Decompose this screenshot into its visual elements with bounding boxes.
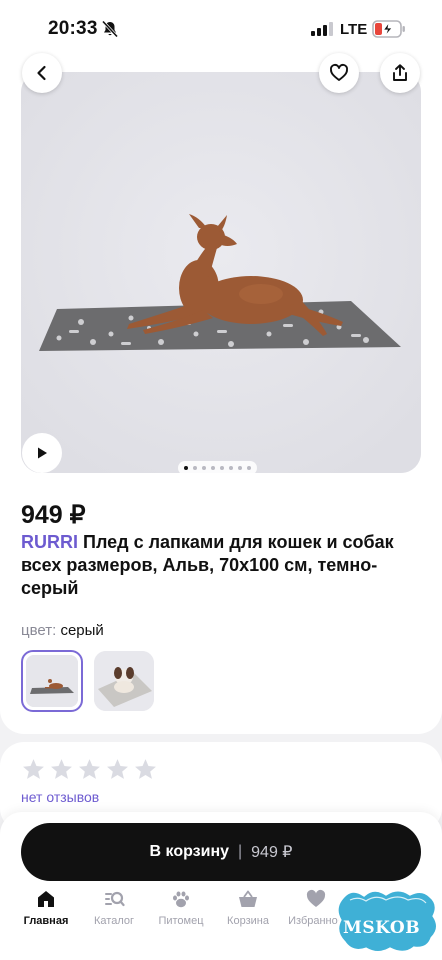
network-type: LTE <box>340 21 368 38</box>
star-icon <box>135 759 156 779</box>
rating-stars <box>21 757 158 782</box>
status-time: 20:33 <box>48 18 98 39</box>
cart-button-separator: | <box>238 843 243 860</box>
color-label: цвет: серый <box>21 622 104 639</box>
pagination-dot[interactable] <box>184 466 188 470</box>
reviews-summary[interactable]: нет отзывов <box>21 789 99 805</box>
add-to-cart-button[interactable]: В корзину | 949 ₽ <box>21 823 421 881</box>
tab-home[interactable]: Главная <box>10 888 82 927</box>
product-title: RURRI Плед с лапками для кошек и собак в… <box>21 531 416 600</box>
tab-catalog[interactable]: Каталог <box>78 888 150 927</box>
cart-button-label: В корзину <box>149 843 229 860</box>
color-variant-alt[interactable] <box>94 651 154 711</box>
watermark-text: MSKOB <box>343 918 421 938</box>
tab-label: Питомец <box>158 915 204 927</box>
product-price: 949 ₽ <box>21 501 86 529</box>
color-key: цвет: <box>21 622 57 639</box>
back-button[interactable] <box>22 53 62 93</box>
tab-label: Корзина <box>227 915 269 927</box>
paw-icon <box>173 891 189 908</box>
favorite-button[interactable] <box>319 53 359 93</box>
pagination-dot[interactable] <box>202 466 206 470</box>
gallery-pagination <box>178 461 257 475</box>
pagination-dot[interactable] <box>211 466 215 470</box>
tab-label: Главная <box>23 915 69 927</box>
tab-cart[interactable]: Корзина <box>212 888 284 927</box>
star-icon <box>23 759 44 779</box>
catalog-search-icon <box>105 891 125 907</box>
battery-charging-icon <box>372 20 405 38</box>
basket-icon <box>239 890 257 907</box>
star-icon <box>51 759 72 779</box>
tab-pet[interactable]: Питомец <box>145 888 217 927</box>
share-icon <box>393 64 407 81</box>
heart-icon <box>306 889 326 907</box>
tab-label: Каталог <box>94 915 134 927</box>
star-icon <box>107 759 128 779</box>
share-button[interactable] <box>380 53 420 93</box>
variant-thumbnail-image <box>94 651 154 711</box>
home-icon <box>38 891 54 907</box>
status-bar: 20:33 LTE <box>0 0 442 58</box>
pagination-dot[interactable] <box>229 466 233 470</box>
cart-button-price: 949 ₽ <box>251 844 293 861</box>
color-variant-gray[interactable] <box>21 650 83 712</box>
pagination-dot[interactable] <box>247 466 251 470</box>
heart-outline-icon <box>329 63 349 81</box>
signal-strength-icon <box>311 22 333 36</box>
product-image[interactable] <box>21 72 421 473</box>
brand-link[interactable]: RURRI <box>21 532 78 552</box>
bell-muted-icon <box>101 20 119 38</box>
pagination-dot[interactable] <box>193 466 197 470</box>
variant-thumbnail-image <box>26 655 78 707</box>
pagination-dot[interactable] <box>238 466 242 470</box>
pagination-dot[interactable] <box>220 466 224 470</box>
color-value: серый <box>60 622 104 639</box>
dog-on-blanket-image <box>21 72 421 473</box>
play-video-button[interactable] <box>22 433 62 473</box>
play-icon <box>38 447 47 459</box>
star-icon <box>79 759 100 779</box>
chevron-left-icon <box>37 65 46 81</box>
